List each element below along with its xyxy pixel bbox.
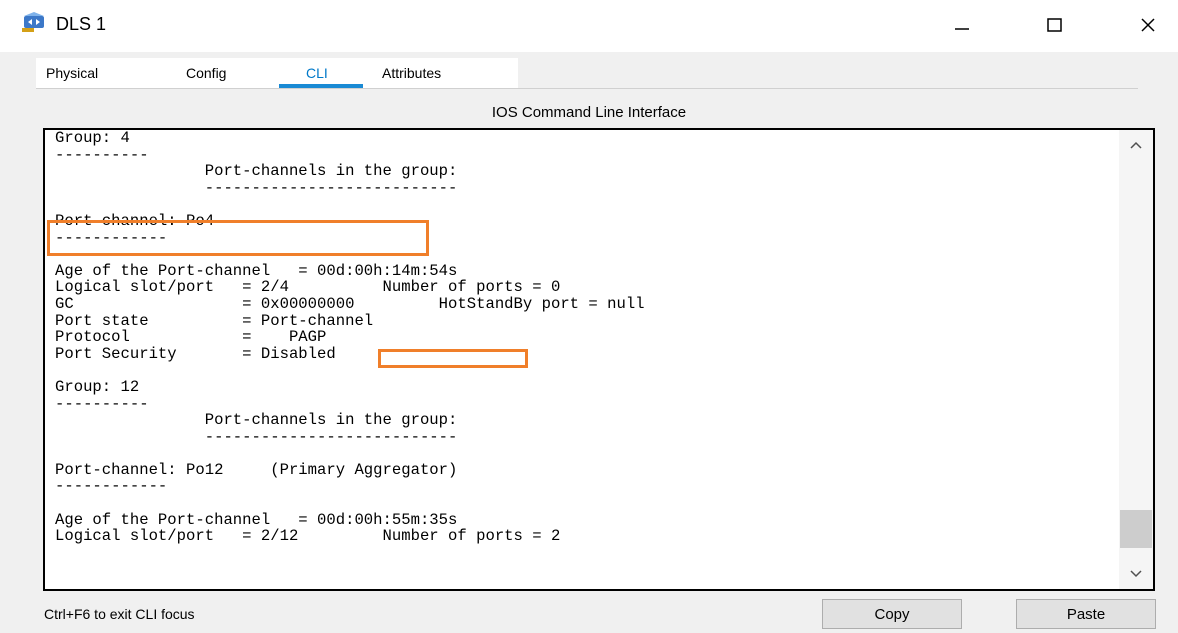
tab-strip-background bbox=[36, 58, 518, 88]
cli-heading: IOS Command Line Interface bbox=[491, 104, 687, 121]
paste-button[interactable]: Paste bbox=[1016, 599, 1156, 629]
close-button[interactable] bbox=[1128, 10, 1168, 40]
tab-cli[interactable]: CLI bbox=[306, 65, 328, 81]
tab-attributes[interactable]: Attributes bbox=[382, 65, 441, 81]
minimize-button[interactable] bbox=[942, 10, 982, 40]
scroll-down-arrow-icon[interactable] bbox=[1119, 563, 1153, 585]
vertical-scrollbar[interactable] bbox=[1119, 130, 1153, 589]
maximize-button[interactable] bbox=[1034, 10, 1074, 40]
packet-tracer-switch-icon bbox=[22, 12, 48, 34]
tab-bar: Physical Config CLI Attributes bbox=[36, 58, 1138, 89]
active-tab-indicator bbox=[279, 84, 363, 88]
cli-console[interactable]: Group: 4 ---------- Port-channels in the… bbox=[43, 128, 1155, 591]
scroll-up-arrow-icon[interactable] bbox=[1119, 134, 1153, 156]
title-bar: DLS 1 bbox=[0, 0, 1178, 52]
tab-config[interactable]: Config bbox=[186, 65, 226, 81]
window-title: DLS 1 bbox=[56, 14, 107, 34]
cli-focus-hint: Ctrl+F6 to exit CLI focus bbox=[44, 606, 195, 622]
copy-button[interactable]: Copy bbox=[822, 599, 962, 629]
scrollbar-thumb[interactable] bbox=[1120, 510, 1152, 548]
tab-physical[interactable]: Physical bbox=[46, 65, 98, 81]
port-channel-highlight-box bbox=[47, 220, 429, 256]
cli-output[interactable]: Group: 4 ---------- Port-channels in the… bbox=[55, 130, 645, 545]
protocol-highlight-box bbox=[378, 349, 528, 368]
